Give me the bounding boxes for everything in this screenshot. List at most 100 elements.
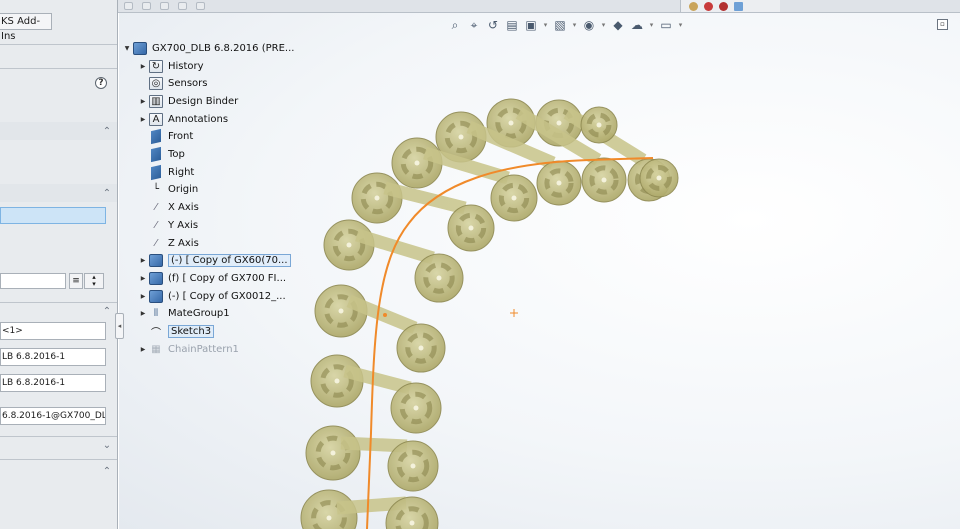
quick-access-toolbar: [124, 0, 205, 12]
tree-item-design-binder[interactable]: ▶ ▥ Design Binder: [137, 93, 238, 109]
toolbar-button[interactable]: [178, 2, 187, 10]
link-pin-hole: [511, 195, 517, 201]
tree-item-label: (f) [ Copy of GX700 FI...: [168, 272, 287, 284]
link-pin-hole: [601, 177, 607, 183]
chevron-up-icon[interactable]: ⌃: [102, 189, 112, 199]
chevron-down-icon[interactable]: ▾: [648, 18, 655, 32]
tree-item-label: Front: [168, 131, 194, 143]
collapse-arrow-icon[interactable]: ▼: [121, 45, 133, 52]
tree-item-copy-of-gx0012[interactable]: ▶ (-) [ Copy of GX0012_...: [137, 288, 286, 304]
toolbar-button[interactable]: [196, 2, 205, 10]
tree-item-label: History: [168, 60, 204, 72]
chevron-up-icon[interactable]: ⌃: [102, 127, 112, 137]
expand-arrow-icon[interactable]: ▶: [137, 275, 149, 282]
tree-item-copy-of-gx60-70[interactable]: ▶ (-) [ Copy of GX60(70...: [137, 253, 291, 269]
section-header[interactable]: [0, 122, 117, 140]
view-settings-icon[interactable]: ▭: [658, 18, 674, 32]
link-pin-hole: [656, 175, 662, 181]
part-icon: [149, 254, 163, 268]
expand-arrow-icon[interactable]: ▶: [137, 257, 149, 264]
tree-item-label: Annotations: [168, 113, 229, 125]
hide-show-items-icon[interactable]: ◉: [581, 18, 597, 32]
tree-item-origin[interactable]: └ Origin: [137, 182, 198, 198]
chevron-up-icon[interactable]: ⌃: [102, 467, 112, 477]
selection-list[interactable]: [0, 207, 106, 224]
help-icon[interactable]: ?: [95, 77, 107, 89]
expand-arrow-icon[interactable]: ▶: [137, 98, 149, 105]
part-icon: [149, 271, 163, 285]
property-manager-panel: KS Add-Ins ? ⌃ ⌃ ≡ ▴ ▾ ⌃ <1> LB 6.8.2016-…: [0, 0, 118, 529]
sketch-point[interactable]: [383, 313, 387, 317]
section-view-icon[interactable]: ▤: [504, 18, 520, 32]
edit-appearance-icon[interactable]: ◆: [610, 18, 626, 32]
display-style-icon[interactable]: ▧: [552, 18, 568, 32]
tree-item-sensors[interactable]: ◎ Sensors: [137, 76, 208, 92]
tab-addins[interactable]: KS Add-Ins: [0, 13, 52, 42]
tree-item-annotations[interactable]: ▶ A Annotations: [137, 111, 228, 127]
toolbar-button[interactable]: [160, 2, 169, 10]
link-pin-hole: [556, 180, 562, 186]
apply-scene-icon[interactable]: ☁: [629, 18, 645, 32]
divider: [0, 68, 117, 69]
chain-crossbar: [340, 436, 408, 453]
tree-item-label: Y Axis: [168, 219, 199, 231]
toolbar-button[interactable]: [142, 2, 151, 10]
chevron-down-icon[interactable]: ▾: [542, 18, 549, 32]
parameter-field-2[interactable]: LB 6.8.2016-1: [0, 348, 106, 366]
spinner-arrows[interactable]: ▴ ▾: [84, 273, 104, 289]
tree-item-top[interactable]: Top: [137, 146, 185, 163]
tree-root[interactable]: ▼ GX700_DLB 6.8.2016 (PRE...: [121, 40, 294, 56]
tree-item-x-axis[interactable]: ⁄ X Axis: [137, 200, 199, 216]
origin-icon: └: [152, 184, 160, 196]
chevron-down-icon[interactable]: ⌄: [102, 441, 112, 451]
zoom-to-area-icon[interactable]: ⌖: [466, 18, 482, 32]
view-orientation-icon[interactable]: ▣: [523, 18, 539, 32]
tree-item-right[interactable]: Right: [137, 164, 194, 180]
spin-box-icon[interactable]: ≡: [69, 273, 83, 289]
options-icon[interactable]: [704, 1, 713, 11]
tree-item-mategroup1[interactable]: ▶ ⫴ MateGroup1: [137, 306, 230, 322]
panel-collapse-handle[interactable]: ◂: [115, 313, 124, 339]
link-pin-hole: [596, 122, 602, 128]
expand-arrow-icon[interactable]: ▶: [137, 63, 149, 70]
tree-item-front[interactable]: Front: [137, 129, 193, 145]
previous-view-icon[interactable]: ↺: [485, 18, 501, 32]
expand-arrow-icon[interactable]: ▶: [137, 116, 149, 123]
mate-group-icon: ⫴: [153, 308, 159, 320]
tree-item-history[interactable]: ▶ ↻ History: [137, 58, 204, 74]
tree-item-z-axis[interactable]: ⁄ Z Axis: [137, 235, 199, 251]
expand-arrow-icon[interactable]: ▶: [137, 346, 149, 353]
link-pin-hole: [410, 463, 416, 469]
rebuild-icon[interactable]: [689, 1, 698, 11]
chevron-down-icon[interactable]: ▾: [677, 18, 684, 32]
status-icons: [680, 0, 780, 12]
chevron-up-icon[interactable]: ⌃: [102, 307, 112, 317]
link-pin-hole: [458, 134, 464, 140]
chevron-down-icon[interactable]: ▾: [571, 18, 578, 32]
tree-item-sketch3[interactable]: ⌒ Sketch3: [137, 324, 215, 340]
tree-item-y-axis[interactable]: ⁄ Y Axis: [137, 217, 198, 233]
divider: [0, 459, 117, 460]
axis-icon: ⁄: [155, 202, 157, 214]
tree-item-chainpattern1[interactable]: ▶ ▦ ChainPattern1: [137, 341, 239, 357]
tree-item-label: Sketch3: [168, 325, 215, 338]
plane-icon: [151, 129, 161, 145]
expand-arrow-icon[interactable]: ▶: [137, 310, 149, 317]
maximize-view-icon[interactable]: ▫: [937, 19, 948, 30]
tree-item-label: Right: [168, 166, 195, 178]
parameter-field-1[interactable]: <1>: [0, 322, 106, 340]
parameter-field-4[interactable]: 6.8.2016-1@GX700_DLB 6: [0, 407, 106, 425]
chevron-down-icon[interactable]: ▾: [600, 18, 607, 32]
option-dropdown[interactable]: [0, 273, 66, 289]
toolbar-button[interactable]: [124, 2, 133, 10]
divider: [0, 436, 117, 437]
section-header[interactable]: [0, 184, 117, 202]
zoom-to-fit-icon[interactable]: ⌕: [447, 18, 463, 32]
expand-arrow-icon[interactable]: ▶: [137, 293, 149, 300]
tree-item-f-copy-of-gx700-fi[interactable]: ▶ (f) [ Copy of GX700 FI...: [137, 270, 286, 286]
link-pin-hole: [436, 275, 442, 281]
parameter-field-3[interactable]: LB 6.8.2016-1: [0, 374, 106, 392]
tree-item-label: (-) [ Copy of GX0012_...: [168, 290, 286, 302]
solidworks-resources-icon[interactable]: [719, 1, 728, 11]
window-icon[interactable]: [734, 1, 743, 11]
